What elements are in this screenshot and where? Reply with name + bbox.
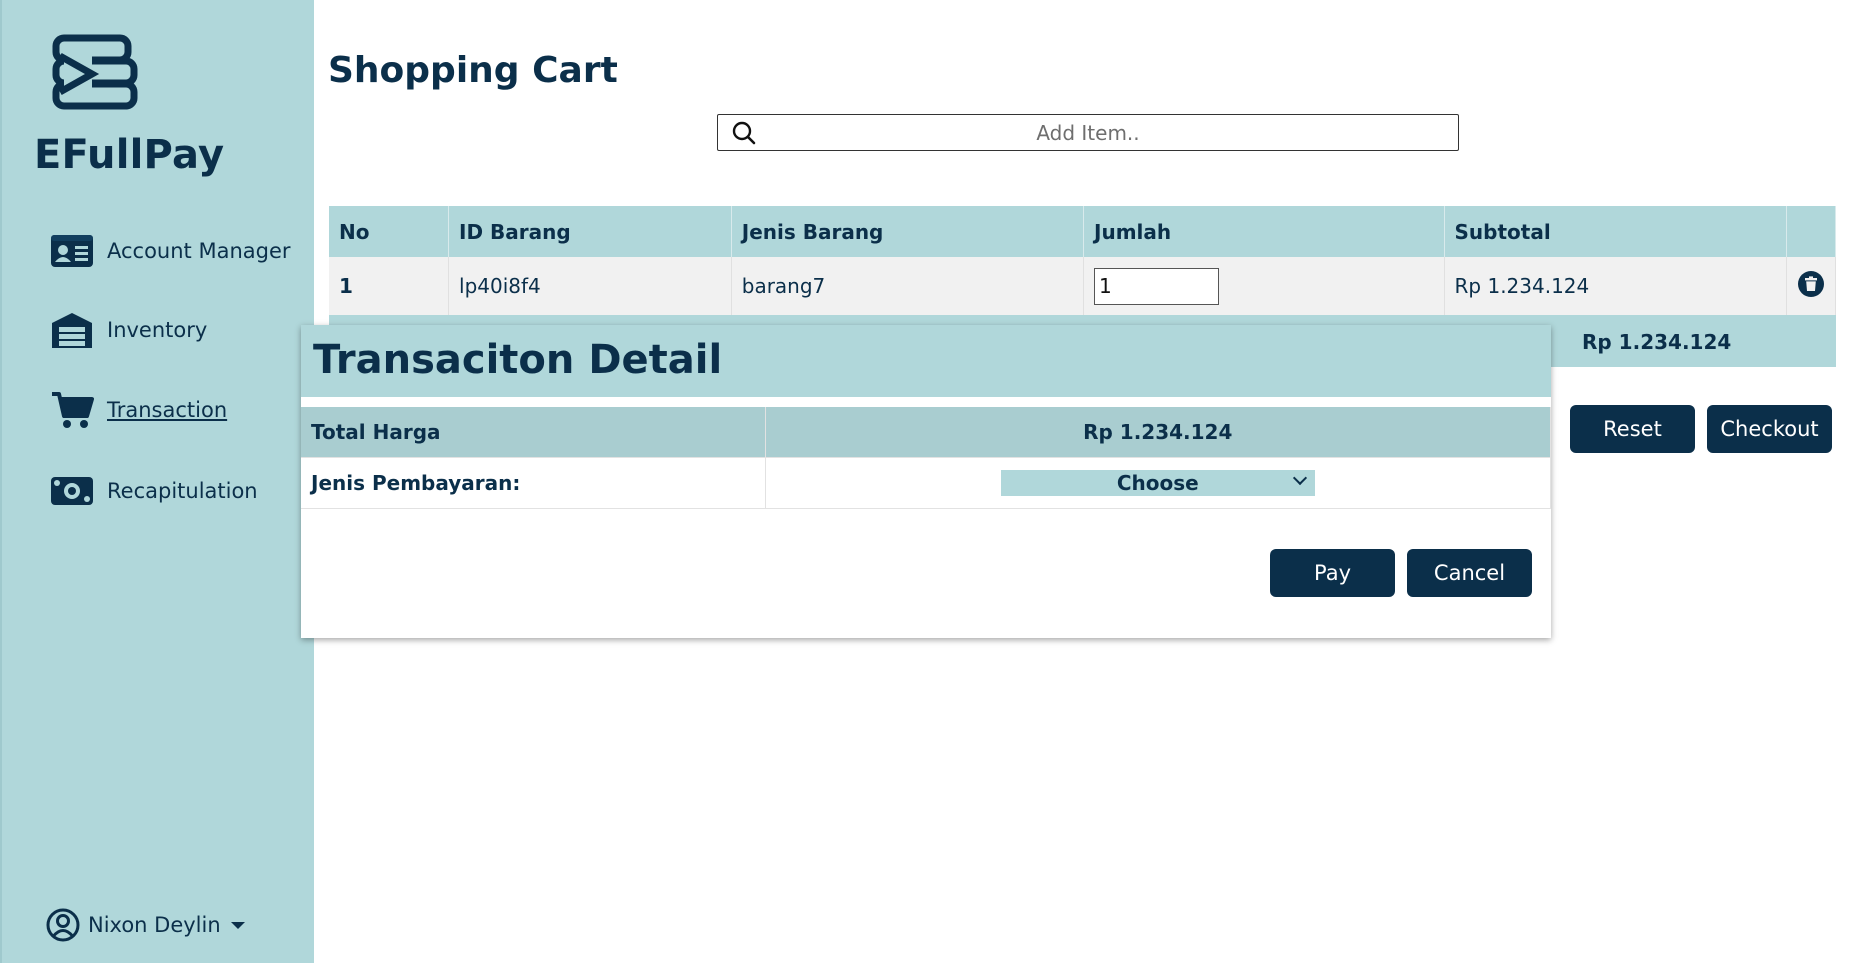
efullpay-logo-icon [52,34,138,110]
sidebar-item-label: Inventory [107,318,208,342]
table-header-row: No ID Barang Jenis Barang Jumlah Subtota… [329,206,1836,257]
sidebar: EFullPay Account Manager Inventory Trans… [0,0,314,963]
sidebar-item-label: Transaction [107,398,228,422]
table-row: 1 lp40i8f4 barang7 Rp 1.234.124 [329,257,1836,315]
payment-type-row: Jenis Pembayaran: Choose [301,457,1551,509]
reset-button[interactable]: Reset [1570,405,1695,453]
cell-jumlah [1083,257,1445,315]
cell-id-barang: lp40i8f4 [448,257,732,315]
transaction-detail-modal: Transaciton Detail Total Harga Rp 1.234.… [301,325,1551,638]
sidebar-item-label: Account Manager [107,239,291,263]
cancel-button[interactable]: Cancel [1407,549,1532,597]
search-bar [717,114,1459,151]
column-header-jumlah: Jumlah [1083,206,1445,257]
column-header-subtotal: Subtotal [1444,206,1788,257]
sidebar-item-transaction[interactable]: Transaction [50,387,227,433]
cell-jenis-barang: barang7 [731,257,1085,315]
money-icon [50,469,94,513]
cart-icon [50,388,94,432]
modal-title: Transaciton Detail [313,337,723,383]
total-harga-label: Total Harga [301,407,766,458]
warehouse-icon [50,308,94,352]
quantity-input[interactable] [1094,267,1220,305]
total-harga-row: Total Harga Rp 1.234.124 [301,407,1551,458]
checkout-button[interactable]: Checkout [1707,405,1832,453]
pay-button[interactable]: Pay [1270,549,1395,597]
column-header-no: No [329,206,450,257]
delete-item-icon[interactable] [1797,270,1825,298]
user-name: Nixon Deylin [88,913,221,937]
payment-type-selected: Choose [1116,470,1199,495]
search-input[interactable] [718,115,1458,150]
sidebar-item-label: Recapitulation [107,479,258,503]
cart-total-value: Rp 1.234.124 [1582,330,1732,354]
page-title: Shopping Cart [328,50,618,91]
column-header-id-barang: ID Barang [448,206,732,257]
id-card-icon [50,229,94,273]
user-menu[interactable]: Nixon Deylin [46,908,245,942]
column-header-actions [1786,206,1836,257]
chevron-down-icon [1292,470,1307,485]
cell-actions [1786,257,1836,315]
transaction-detail-table: Total Harga Rp 1.234.124 Jenis Pembayara… [301,407,1551,509]
column-header-jenis-barang: Jenis Barang [731,206,1085,257]
sidebar-item-recapitulation[interactable]: Recapitulation [50,468,258,514]
brand-name: EFullPay [34,132,225,178]
sidebar-item-inventory[interactable]: Inventory [50,307,207,353]
cell-no: 1 [329,257,450,315]
user-avatar-icon [46,908,80,942]
payment-type-select[interactable]: Choose [1000,469,1315,496]
payment-type-cell: Choose [765,457,1551,509]
caret-down-icon [230,921,245,929]
cart-table: No ID Barang Jenis Barang Jumlah Subtota… [329,206,1836,315]
modal-header: Transaciton Detail [301,325,1551,397]
search-icon [732,121,756,145]
cell-subtotal: Rp 1.234.124 [1444,257,1788,315]
total-harga-value: Rp 1.234.124 [765,407,1551,458]
sidebar-item-account-manager[interactable]: Account Manager [50,228,291,274]
payment-type-label: Jenis Pembayaran: [301,457,766,509]
